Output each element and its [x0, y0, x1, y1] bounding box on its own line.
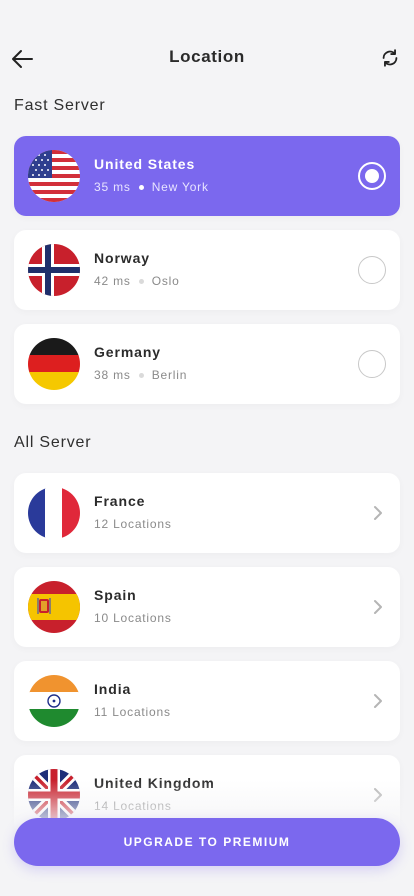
server-country-name: United Kingdom — [94, 775, 215, 791]
server-radio[interactable] — [358, 256, 386, 284]
us-flag-icon — [28, 150, 80, 202]
uk-flag-icon — [28, 769, 80, 821]
chevron-right-icon — [368, 785, 388, 805]
server-details: 35 ms New York — [94, 180, 209, 194]
server-card-spain[interactable]: Spain 10 Locations — [14, 567, 400, 647]
server-radio[interactable] — [358, 350, 386, 378]
chevron-right-icon — [368, 597, 388, 617]
fast-server-heading: Fast Server — [14, 97, 106, 114]
radio-dot — [365, 169, 379, 183]
server-country-name: United States — [94, 156, 196, 172]
server-ping: 38 ms — [94, 368, 131, 382]
server-city: New York — [151, 180, 209, 194]
upgrade-to-premium-button[interactable]: UPGRADE TO PREMIUM — [14, 818, 400, 866]
server-location-count: 12 Locations — [94, 517, 172, 531]
chevron-right-icon — [368, 691, 388, 711]
chevron-right-icon — [368, 503, 388, 523]
separator-dot — [138, 184, 144, 190]
server-city: Oslo — [151, 274, 180, 288]
server-card-germany[interactable]: Germany 38 ms Berlin — [14, 324, 400, 404]
server-location-count: 14 Locations — [94, 799, 172, 813]
page-title: Location — [169, 47, 245, 66]
server-country-name: France — [94, 493, 146, 509]
server-city: Berlin — [151, 368, 188, 382]
germany-flag-icon — [28, 338, 80, 390]
norway-flag-icon — [28, 244, 80, 296]
server-ping: 42 ms — [94, 274, 131, 288]
all-server-heading: All Server — [14, 434, 92, 451]
refresh-button[interactable] — [378, 46, 402, 70]
separator-dot — [138, 278, 144, 284]
france-flag-icon — [28, 487, 80, 539]
server-location-count: 11 Locations — [94, 705, 171, 719]
server-country-name: India — [94, 681, 132, 697]
server-card-united-states[interactable]: United States 35 ms New York — [14, 136, 400, 216]
server-card-india[interactable]: India 11 Locations — [14, 661, 400, 741]
refresh-icon — [382, 49, 398, 67]
india-flag-icon — [28, 675, 80, 727]
server-details: 38 ms Berlin — [94, 368, 187, 382]
server-country-name: Germany — [94, 344, 161, 360]
separator-dot — [138, 372, 144, 378]
server-location-count: 10 Locations — [94, 611, 172, 625]
server-radio-selected[interactable] — [358, 162, 386, 190]
server-country-name: Spain — [94, 587, 137, 603]
spain-flag-icon — [28, 581, 80, 633]
server-card-norway[interactable]: Norway 42 ms Oslo — [14, 230, 400, 310]
server-country-name: Norway — [94, 250, 150, 266]
server-details: 42 ms Oslo — [94, 274, 180, 288]
server-ping: 35 ms — [94, 180, 131, 194]
server-card-france[interactable]: France 12 Locations — [14, 473, 400, 553]
